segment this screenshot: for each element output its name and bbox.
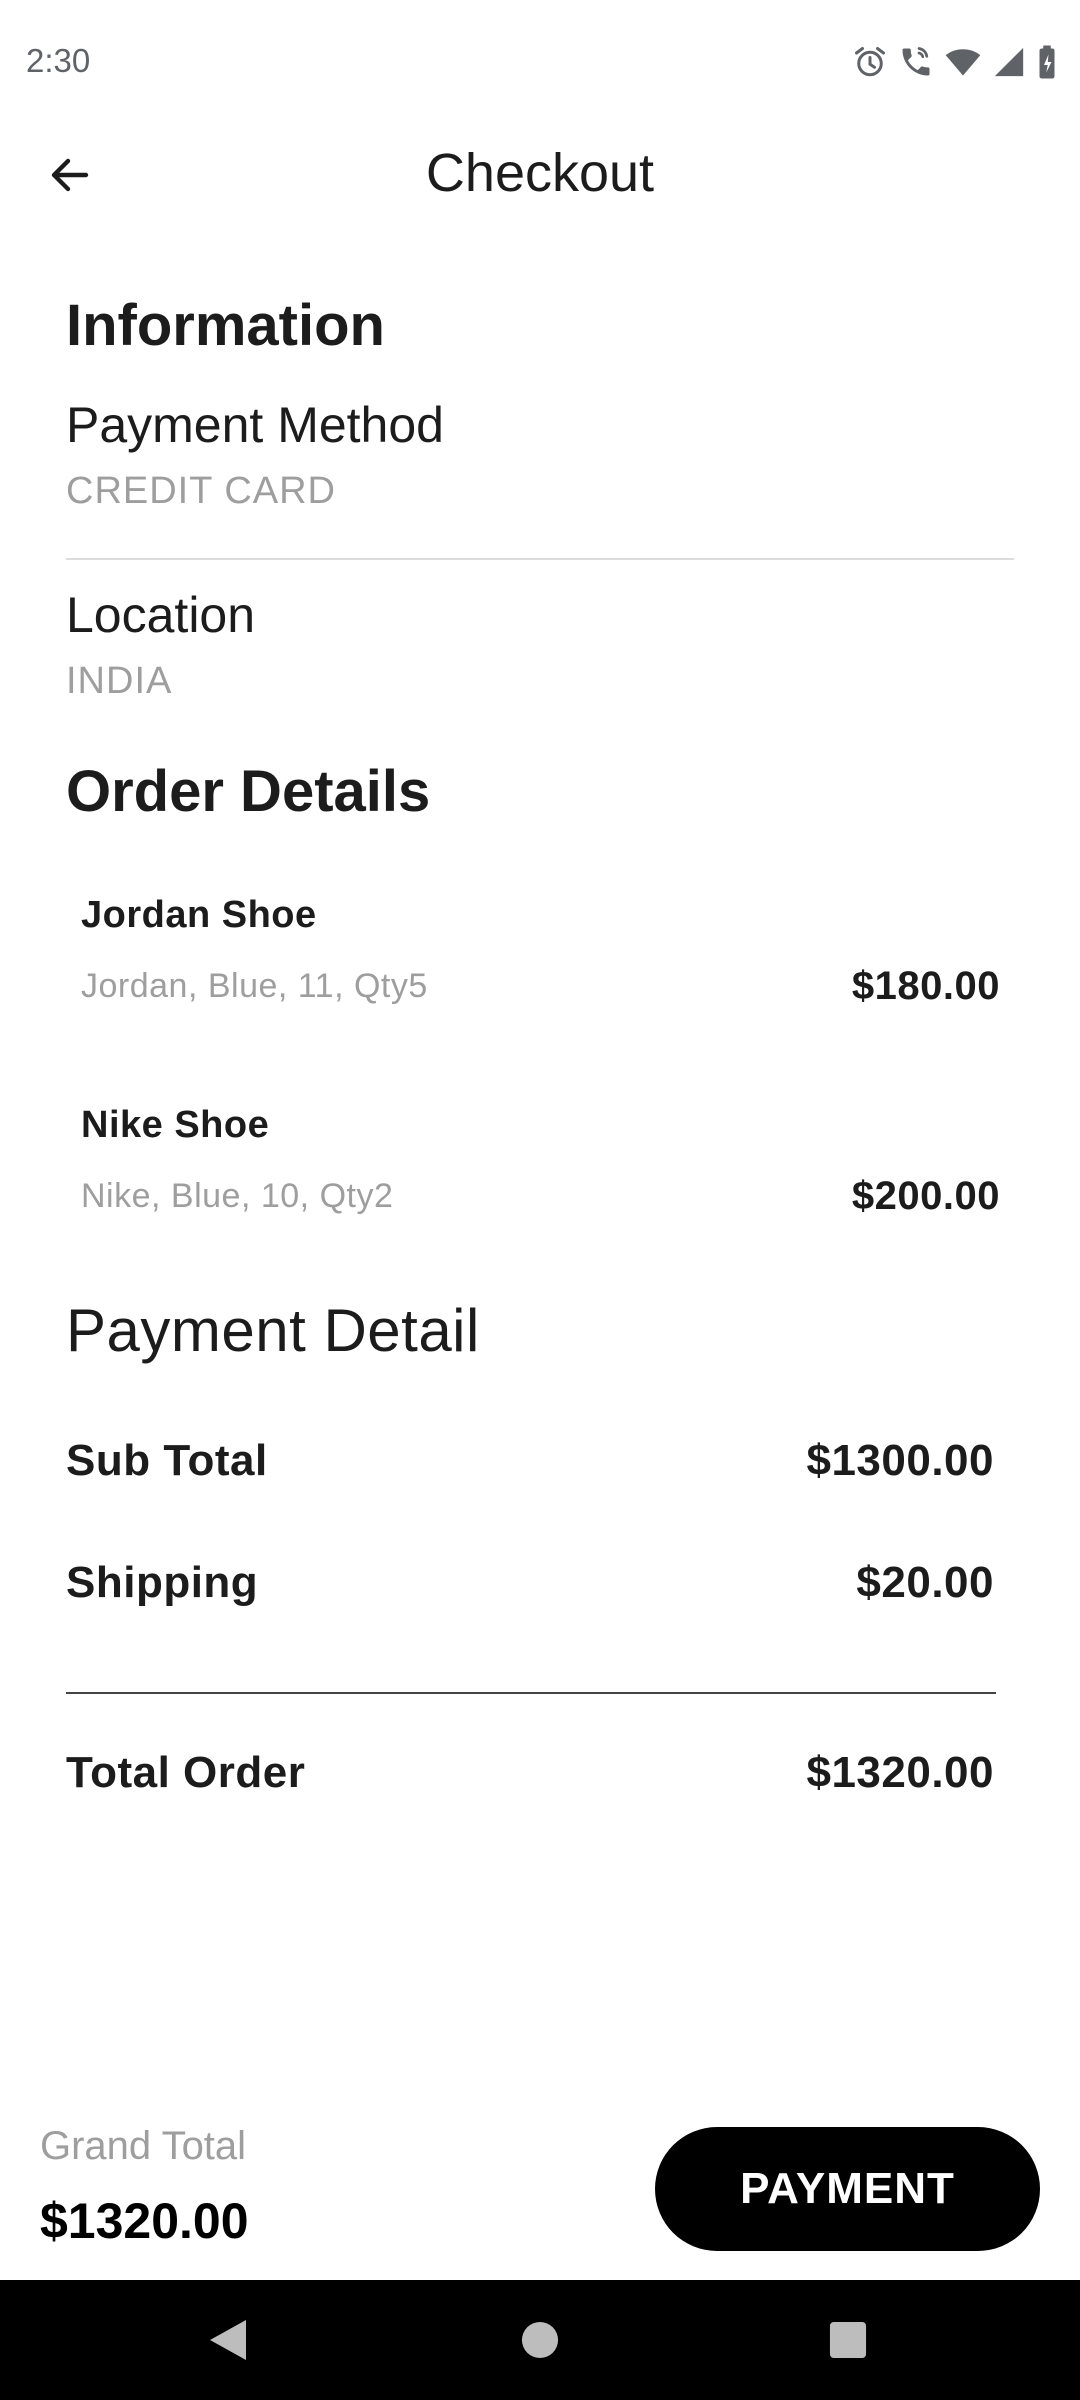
order-item-description: Nike, Blue, 10, Qty2 [81, 1177, 394, 1215]
status-time: 2:30 [26, 42, 91, 79]
signal-icon [994, 47, 1024, 77]
order-item-price: $200.00 [851, 1174, 1000, 1218]
payment-button-label: PAYMENT [740, 2164, 955, 2213]
shipping-value: $20.00 [856, 1558, 994, 1607]
grand-total-value: $1320.00 [40, 2193, 249, 2249]
order-item-price: $180.00 [851, 964, 1000, 1008]
payment-detail-heading: Payment Detail [66, 1297, 480, 1364]
nav-recents-button[interactable] [778, 2280, 918, 2400]
app-bar: Checkout [0, 120, 1080, 230]
location-value: INDIA [66, 660, 173, 702]
payment-method-value: CREDIT CARD [66, 470, 336, 512]
battery-charging-icon [1039, 45, 1055, 79]
order-item-description: Jordan, Blue, 11, Qty5 [81, 967, 428, 1005]
wifi-icon [945, 49, 981, 76]
subtotal-value: $1300.00 [806, 1436, 994, 1485]
information-heading: Information [66, 293, 385, 358]
alarm-icon [855, 47, 885, 77]
home-circle-icon [521, 2321, 559, 2359]
nav-home-button[interactable] [470, 2280, 610, 2400]
page-title: Checkout [425, 143, 655, 203]
checkout-screen: 2:30 Checkout Information Payment Method… [0, 0, 1080, 2400]
payment-button[interactable]: PAYMENT [655, 2127, 1040, 2251]
order-item-name: Nike Shoe [81, 1104, 270, 1146]
grand-total-label: Grand Total [40, 2124, 247, 2168]
status-icons [852, 44, 1058, 80]
recents-square-icon [829, 2321, 867, 2359]
total-order-label: Total Order [66, 1748, 306, 1797]
status-bar: 2:30 [0, 0, 1080, 120]
divider [66, 558, 1014, 560]
location-label: Location [66, 587, 256, 643]
back-triangle-icon [210, 2320, 246, 2360]
wifi-calling-icon [902, 47, 930, 76]
total-divider [66, 1692, 996, 1694]
payment-method-label: Payment Method [66, 397, 444, 453]
order-details-heading: Order Details [66, 759, 431, 824]
subtotal-label: Sub Total [66, 1436, 268, 1485]
total-order-value: $1320.00 [806, 1748, 994, 1797]
shipping-label: Shipping [66, 1558, 259, 1607]
nav-back-button[interactable] [158, 2280, 298, 2400]
system-nav-bar [0, 2280, 1080, 2400]
order-item-name: Jordan Shoe [81, 894, 317, 936]
